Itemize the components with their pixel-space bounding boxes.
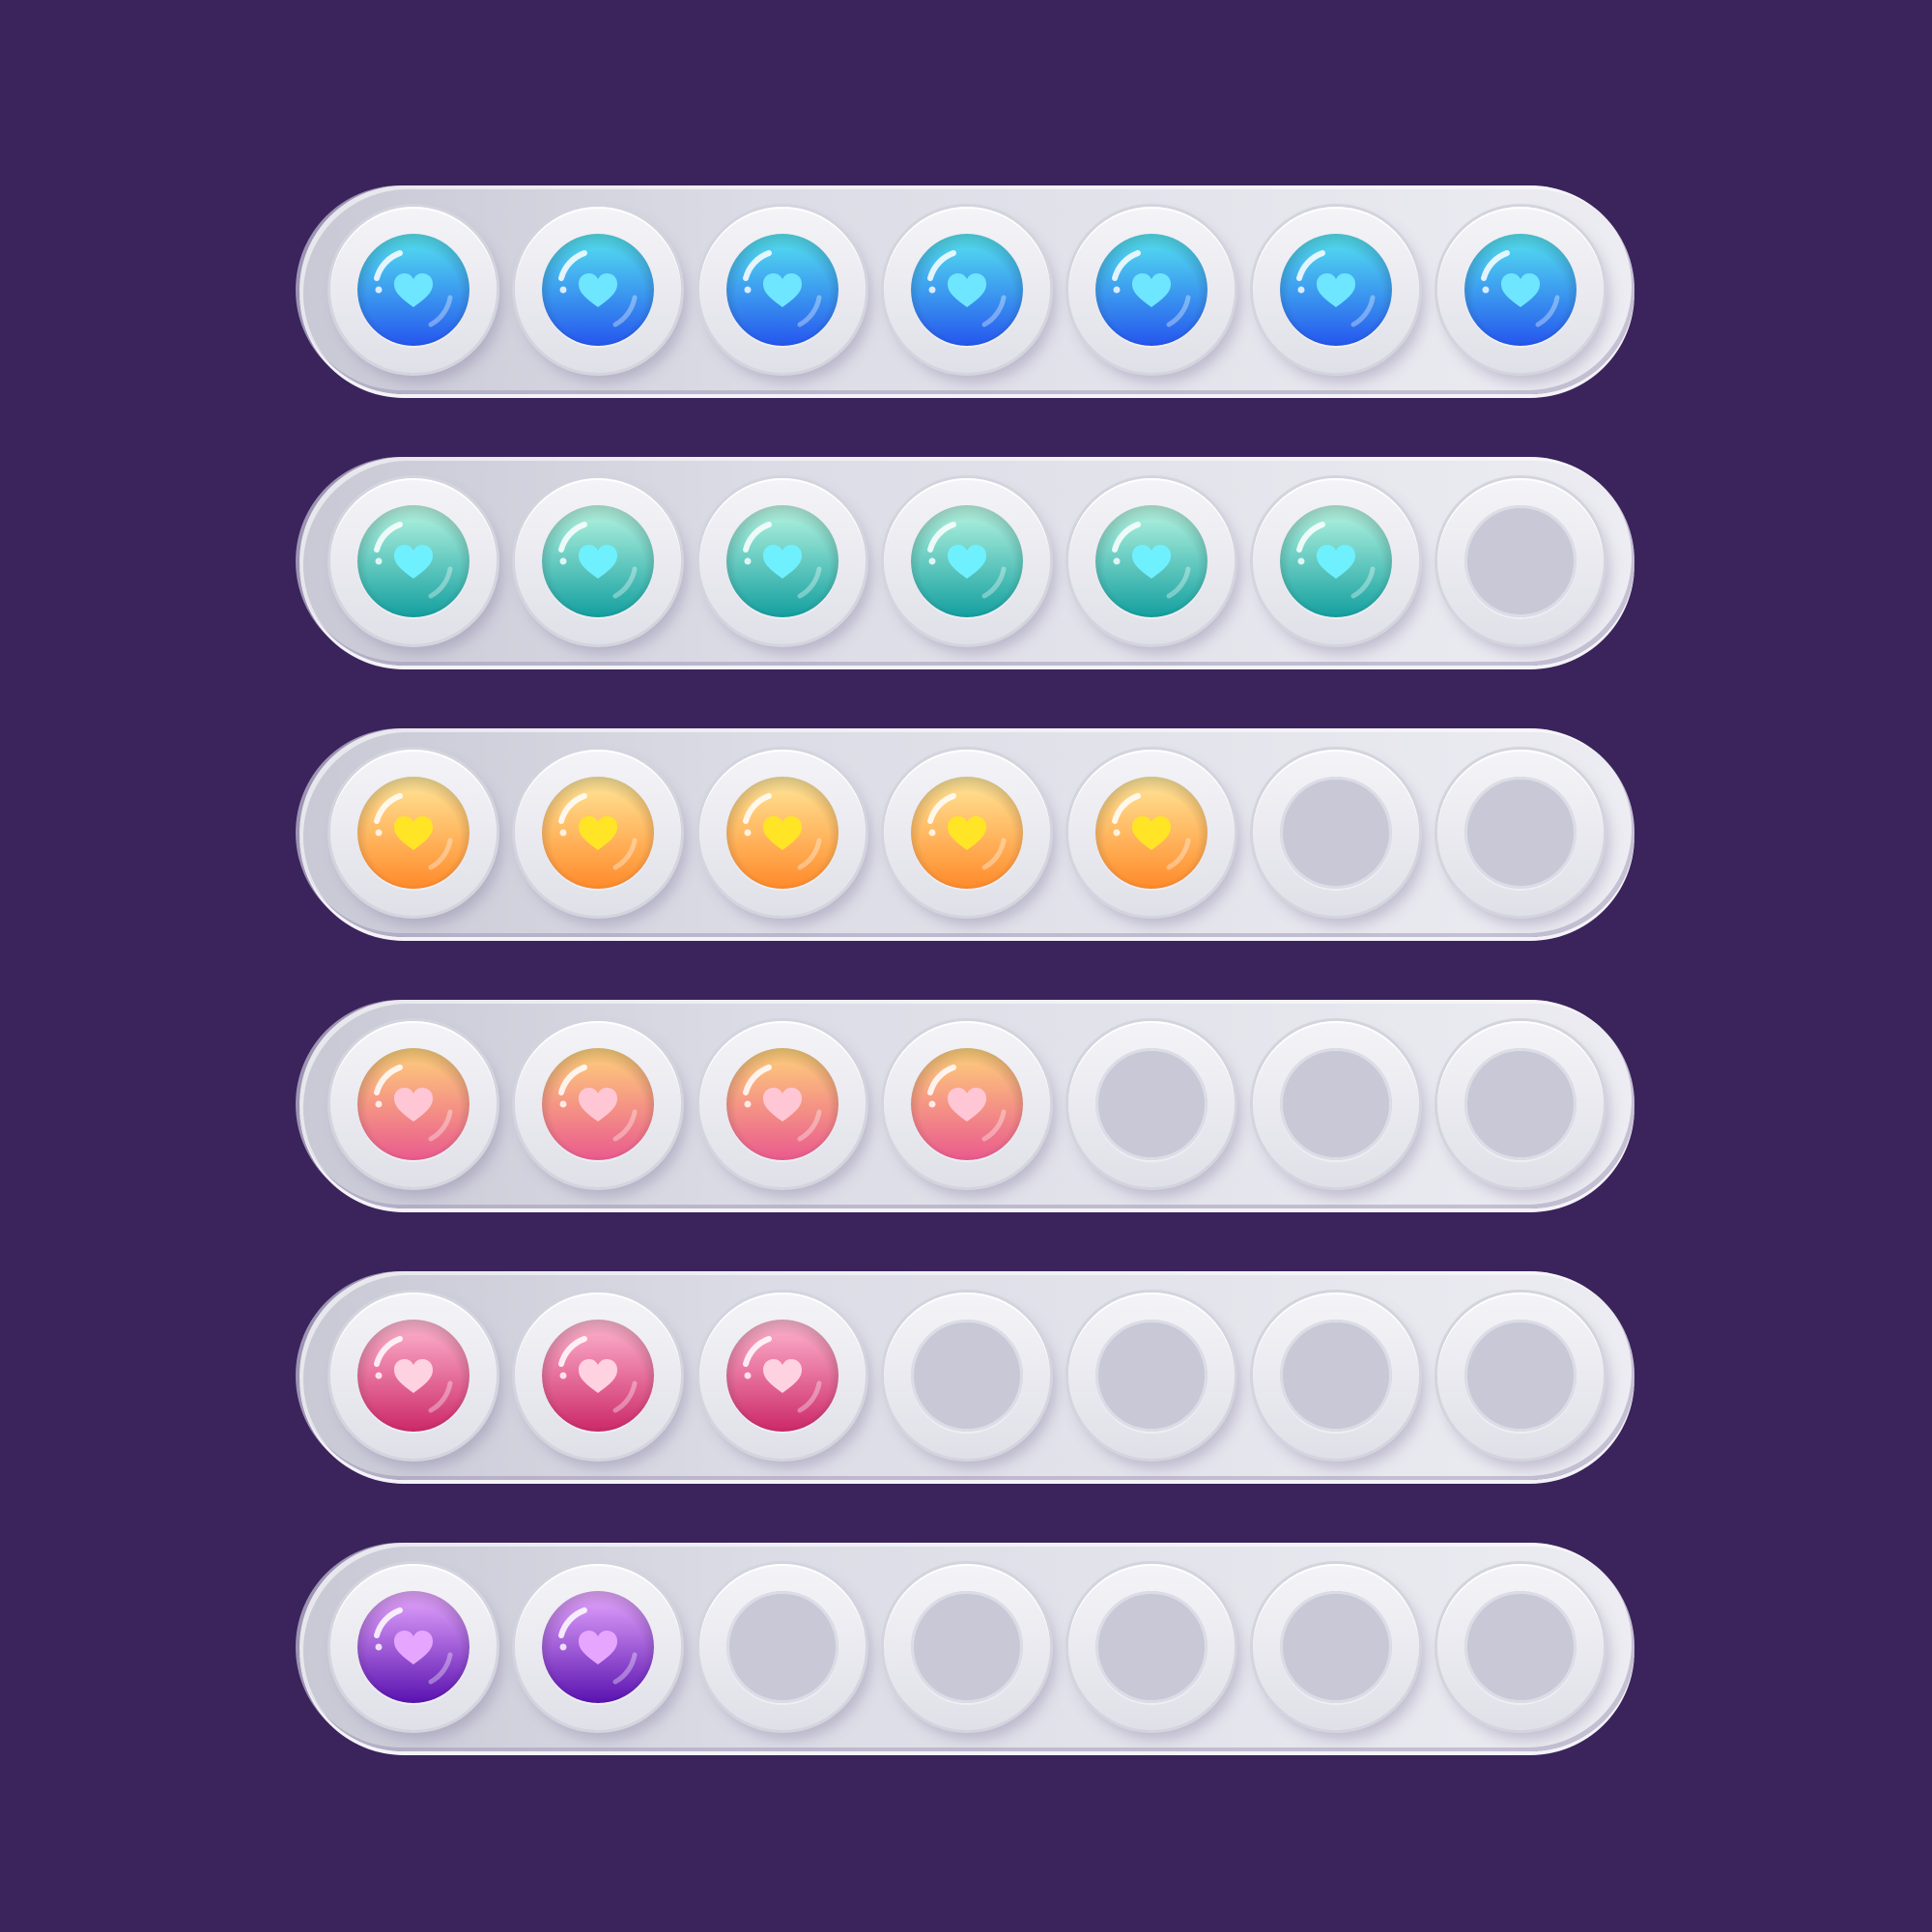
empty-slot-well [1464,1320,1577,1432]
meter-slot [1253,478,1419,644]
blue-heart-gem-icon [357,234,469,346]
meter-slot [1068,1564,1235,1730]
meter-slot [1068,750,1235,916]
meter-slot [884,478,1050,644]
meter-slot [699,1564,866,1730]
meter-slot [515,750,681,916]
meter-slot [1437,478,1604,644]
pink-heart-gem-icon [726,1320,838,1432]
meter-slot [330,1293,497,1459]
empty-slot-well [1280,777,1392,889]
meter-slot [1253,1021,1419,1187]
meter-slot [699,750,866,916]
meter-peach [299,1000,1634,1208]
yellow-heart-gem-icon [726,777,838,889]
meter-slot [699,478,866,644]
meter-slot [330,1021,497,1187]
green-heart-gem-icon [1280,505,1392,617]
meter-purple [299,1543,1634,1751]
meter-slot [1253,1293,1419,1459]
meter-slot [515,1293,681,1459]
meter-panel [0,0,1932,1932]
blue-heart-gem-icon [1280,234,1392,346]
yellow-heart-gem-icon [542,777,654,889]
empty-slot-well [911,1591,1023,1703]
empty-slot-well [726,1591,838,1703]
meter-slot [1437,750,1604,916]
empty-slot-well [1280,1320,1392,1432]
meter-slot [699,1021,866,1187]
meter-slot [884,1021,1050,1187]
pink-heart-gem-icon [357,1320,469,1432]
meter-slot [1068,1021,1235,1187]
meter-slot [699,207,866,373]
meter-yellow [299,728,1634,937]
green-heart-gem-icon [357,505,469,617]
meter-slot [330,207,497,373]
meter-slot [1068,478,1235,644]
empty-slot-well [1464,1591,1577,1703]
empty-slot-well [1095,1320,1208,1432]
yellow-heart-gem-icon [1095,777,1208,889]
meter-green [299,457,1634,666]
meter-slot [1068,207,1235,373]
meter-slot [699,1293,866,1459]
meter-slot [515,478,681,644]
green-heart-gem-icon [726,505,838,617]
meter-slot [884,750,1050,916]
blue-heart-gem-icon [1095,234,1208,346]
meter-slot [515,1021,681,1187]
meter-slot [1437,1021,1604,1187]
meter-slot [884,1564,1050,1730]
meter-slot [330,1564,497,1730]
meter-slot [515,207,681,373]
yellow-heart-gem-icon [911,777,1023,889]
blue-heart-gem-icon [911,234,1023,346]
yellow-heart-gem-icon [357,777,469,889]
empty-slot-well [911,1320,1023,1432]
pink-heart-gem-icon [542,1320,654,1432]
meter-slot [515,1564,681,1730]
meter-slot [1253,207,1419,373]
empty-slot-well [1464,777,1577,889]
meter-slot [884,207,1050,373]
empty-slot-well [1464,1048,1577,1160]
empty-slot-well [1095,1048,1208,1160]
peach-heart-gem-icon [357,1048,469,1160]
blue-heart-gem-icon [1464,234,1577,346]
empty-slot-well [1095,1591,1208,1703]
meter-slot [1437,1293,1604,1459]
empty-slot-well [1280,1591,1392,1703]
meter-slot [1253,1564,1419,1730]
meter-slot [1068,1293,1235,1459]
meter-pink [299,1271,1634,1480]
blue-heart-gem-icon [542,234,654,346]
green-heart-gem-icon [1095,505,1208,617]
meter-slot [884,1293,1050,1459]
green-heart-gem-icon [542,505,654,617]
empty-slot-well [1280,1048,1392,1160]
blue-heart-gem-icon [726,234,838,346]
meter-slot [330,750,497,916]
purple-heart-gem-icon [357,1591,469,1703]
peach-heart-gem-icon [911,1048,1023,1160]
meter-slot [1437,207,1604,373]
green-heart-gem-icon [911,505,1023,617]
meter-slot [1437,1564,1604,1730]
meter-slot [1253,750,1419,916]
empty-slot-well [1464,505,1577,617]
peach-heart-gem-icon [542,1048,654,1160]
meter-slot [330,478,497,644]
meter-blue [299,185,1634,394]
purple-heart-gem-icon [542,1591,654,1703]
peach-heart-gem-icon [726,1048,838,1160]
